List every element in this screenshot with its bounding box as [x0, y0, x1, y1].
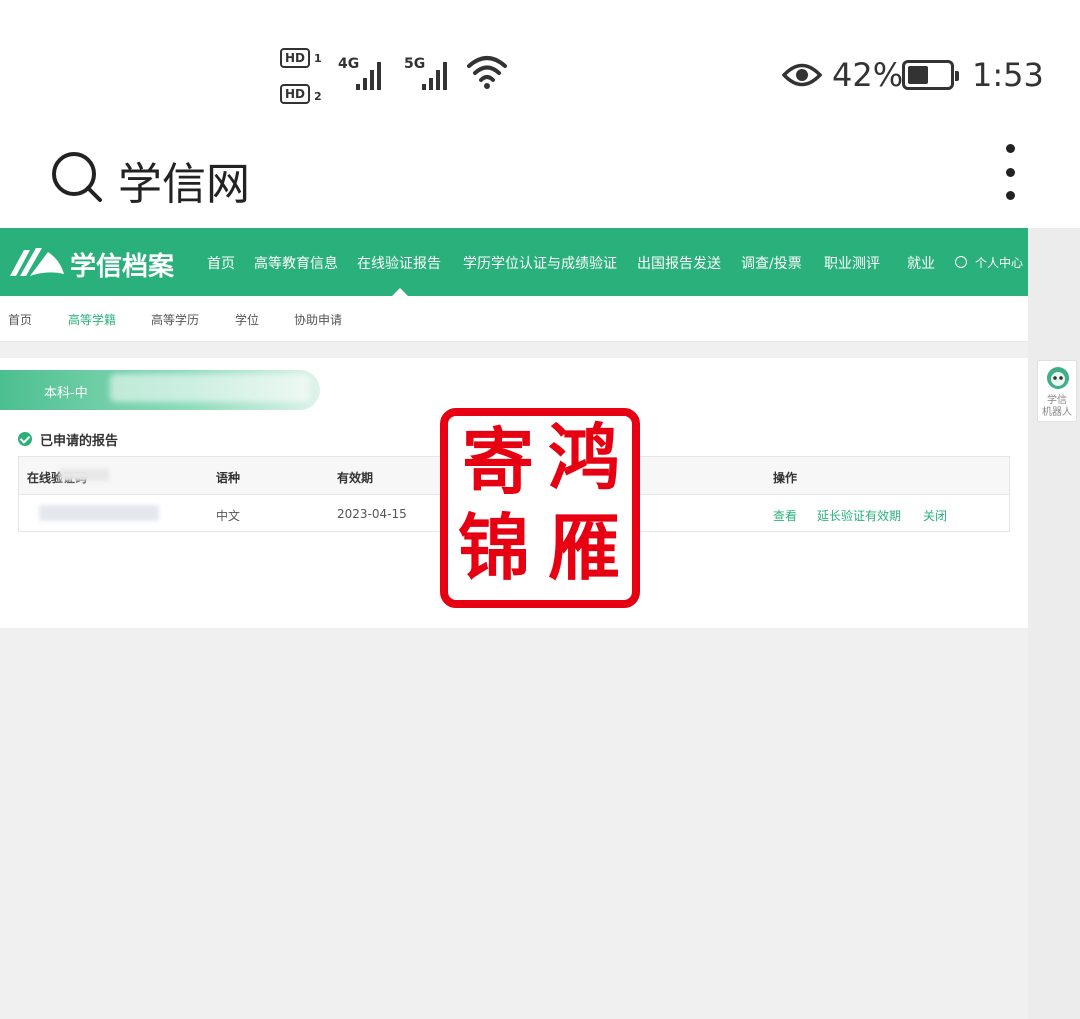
- record-banner: 本科-中: [0, 370, 320, 410]
- more-options-icon[interactable]: [1000, 144, 1020, 200]
- hd-badge-1: HD: [280, 48, 310, 68]
- hd-badge-2: HD: [280, 84, 310, 104]
- seal-char-1: 寄: [462, 419, 535, 504]
- nav-higher-education-info[interactable]: 高等教育信息: [254, 253, 338, 273]
- battery-icon: [902, 60, 959, 90]
- robot-label-line1: 学信: [1047, 395, 1067, 406]
- wifi-icon: [467, 56, 507, 89]
- extend-validity-link[interactable]: 延长验证有效期: [817, 507, 901, 524]
- nav-survey-vote[interactable]: 调查/投票: [741, 253, 802, 273]
- seal-stamp: 寄 鸿 锦 雁: [440, 408, 640, 608]
- seal-char-3: 锦: [458, 505, 531, 590]
- subnav-home[interactable]: 首页: [8, 311, 32, 328]
- sub-nav: 首页 高等学籍 高等学历 学位 协助申请: [0, 296, 1028, 342]
- search-query[interactable]: 学信网: [118, 148, 250, 212]
- redacted-code: [39, 505, 159, 521]
- right-side-strip: [1028, 228, 1080, 1019]
- robot-label-line2: 机器人: [1042, 407, 1072, 418]
- seal-char-2: 鸿: [548, 415, 621, 500]
- eye-icon: [782, 63, 822, 87]
- robot-avatar-icon: [1047, 367, 1069, 389]
- close-link[interactable]: 关闭: [923, 507, 947, 524]
- logo-text: 学信档案: [70, 252, 175, 282]
- redacted-area: [110, 374, 310, 402]
- view-link[interactable]: 查看: [773, 507, 797, 524]
- cell-language: 中文: [216, 509, 241, 523]
- nav-online-verification-report[interactable]: 在线验证报告: [357, 253, 441, 273]
- nav-overseas-report-send[interactable]: 出国报告发送: [637, 253, 721, 273]
- robot-assistant-button[interactable]: 学信 机器人: [1037, 360, 1077, 422]
- status-bar: HD 1 HD 2 4G 5G 42% 1:53: [0, 0, 1080, 130]
- subnav-degree[interactable]: 学位: [235, 311, 259, 328]
- nav-employment[interactable]: 就业: [907, 253, 935, 273]
- logo-book-icon: [10, 248, 64, 276]
- sim-2-label: 2: [314, 90, 322, 103]
- user-icon[interactable]: [955, 256, 967, 268]
- site-main-nav: 学信档案 首页 高等教育信息 在线验证报告 学历学位认证与成绩验证 出国报告发送…: [0, 228, 1028, 296]
- nav-home[interactable]: 首页: [207, 253, 235, 273]
- col-header-language: 语种: [216, 471, 241, 485]
- active-nav-indicator: [392, 288, 408, 296]
- seal-char-4: 雁: [548, 505, 621, 590]
- cell-expiry: 2023-04-15: [337, 507, 407, 521]
- check-circle-icon: [18, 432, 32, 446]
- user-center-link[interactable]: 个人中心: [975, 254, 1023, 271]
- subnav-assist-application[interactable]: 协助申请: [294, 311, 342, 328]
- search-icon[interactable]: [50, 150, 104, 204]
- col-header-actions: 操作: [773, 471, 798, 485]
- battery-percent: 42%: [832, 56, 904, 94]
- nav-degree-certification[interactable]: 学历学位认证与成绩验证: [463, 253, 617, 273]
- col-header-expiry: 有效期: [337, 471, 374, 485]
- section-title: 已申请的报告: [40, 434, 119, 449]
- subnav-enrollment[interactable]: 高等学籍: [68, 311, 116, 328]
- nav-career-test[interactable]: 职业测评: [824, 253, 880, 273]
- subnav-diploma[interactable]: 高等学历: [151, 311, 199, 328]
- banner-text: 本科-中: [44, 386, 88, 401]
- browser-search-bar[interactable]: 学信网: [0, 130, 1080, 228]
- redacted-area: [59, 469, 109, 481]
- clock: 1:53: [972, 56, 1044, 94]
- signal-bars-icon-1: [356, 60, 381, 90]
- signal-bars-icon-2: [422, 60, 447, 90]
- sim-1-label: 1: [314, 52, 322, 65]
